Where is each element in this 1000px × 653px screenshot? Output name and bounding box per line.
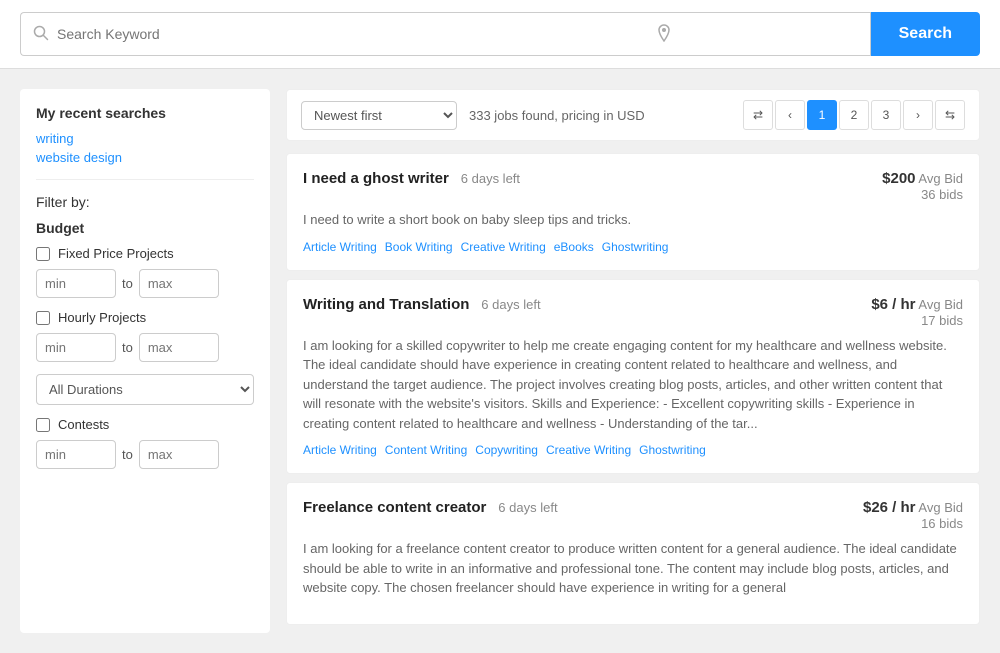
- page-3-btn[interactable]: 3: [871, 100, 901, 130]
- search-button[interactable]: Search: [871, 12, 980, 56]
- job-tag[interactable]: Book Writing: [385, 240, 453, 254]
- job-bids-count: 17 bids: [921, 313, 963, 328]
- job-cards-container: I need a ghost writer 6 days left $200 A…: [286, 153, 980, 625]
- job-tag[interactable]: eBooks: [554, 240, 594, 254]
- job-bid: $200 Avg Bid 36 bids: [882, 170, 963, 202]
- recent-search-website-design[interactable]: website design: [36, 150, 254, 165]
- hourly-label: Hourly Projects: [58, 310, 146, 325]
- job-title: Writing and Translation: [303, 296, 469, 313]
- job-time: 6 days left: [498, 500, 557, 515]
- hourly-row: Hourly Projects: [36, 310, 254, 325]
- job-card: Freelance content creator 6 days left $2…: [286, 482, 980, 625]
- fixed-to-label: to: [122, 276, 133, 291]
- contests-row: Contests: [36, 417, 254, 432]
- page-first-btn[interactable]: ⇄: [743, 100, 773, 130]
- job-tag[interactable]: Ghostwriting: [639, 443, 706, 457]
- job-bid-amount: $6 / hr: [871, 296, 915, 313]
- search-icon: [33, 25, 49, 44]
- search-input[interactable]: [57, 26, 633, 42]
- fixed-price-checkbox[interactable]: [36, 247, 50, 261]
- job-tag[interactable]: Creative Writing: [546, 443, 631, 457]
- job-bids-count: 36 bids: [921, 187, 963, 202]
- location-input[interactable]: Online Job: [677, 26, 858, 42]
- job-card-header: Writing and Translation 6 days left $6 /…: [303, 296, 963, 328]
- hourly-to-label: to: [122, 340, 133, 355]
- page-1-btn[interactable]: 1: [807, 100, 837, 130]
- location-icon: [657, 24, 671, 45]
- contests-label: Contests: [58, 417, 109, 432]
- job-tag[interactable]: Article Writing: [303, 443, 377, 457]
- job-bid-label: Avg Bid: [918, 500, 963, 515]
- duration-select[interactable]: All Durations Less than 1 week 1 to 4 we…: [36, 374, 254, 405]
- page-last-btn[interactable]: ⇆: [935, 100, 965, 130]
- job-tag[interactable]: Creative Writing: [461, 240, 546, 254]
- job-bid-label: Avg Bid: [918, 171, 963, 186]
- sort-select[interactable]: Newest firstOldest firstBudget: High to …: [301, 101, 457, 130]
- pagination: ⇄ ‹ 1 2 3 › ⇆: [743, 100, 965, 130]
- fixed-max-input[interactable]: [139, 269, 219, 298]
- job-description: I am looking for a freelance content cre…: [303, 539, 963, 598]
- page-prev-btn[interactable]: ‹: [775, 100, 805, 130]
- contests-checkbox[interactable]: [36, 418, 50, 432]
- fixed-min-input[interactable]: [36, 269, 116, 298]
- recent-searches-list: writing website design: [36, 131, 254, 165]
- search-keyword-wrap: [20, 12, 645, 56]
- job-bid-label: Avg Bid: [918, 297, 963, 312]
- filter-by-label: Filter by:: [36, 194, 254, 210]
- hourly-checkbox[interactable]: [36, 311, 50, 325]
- listings: Newest firstOldest firstBudget: High to …: [286, 89, 980, 633]
- fixed-price-range: to: [36, 269, 254, 298]
- job-tag[interactable]: Copywriting: [475, 443, 538, 457]
- recent-searches-title: My recent searches: [36, 105, 254, 121]
- job-card-header: I need a ghost writer 6 days left $200 A…: [303, 170, 963, 202]
- sidebar-divider: [36, 179, 254, 180]
- hourly-max-input[interactable]: [139, 333, 219, 362]
- page-next-btn[interactable]: ›: [903, 100, 933, 130]
- page-2-btn[interactable]: 2: [839, 100, 869, 130]
- fixed-price-label: Fixed Price Projects: [58, 246, 174, 261]
- fixed-price-row: Fixed Price Projects: [36, 246, 254, 261]
- sidebar: My recent searches writing website desig…: [20, 89, 270, 633]
- hourly-range: to: [36, 333, 254, 362]
- job-bids-count: 16 bids: [921, 516, 963, 531]
- results-info: 333 jobs found, pricing in USD: [469, 108, 731, 123]
- job-bid: $6 / hr Avg Bid 17 bids: [871, 296, 963, 328]
- contests-max-input[interactable]: [139, 440, 219, 469]
- search-bar: Online Job Search: [0, 0, 1000, 69]
- budget-label: Budget: [36, 220, 254, 236]
- job-description: I need to write a short book on baby sle…: [303, 210, 963, 230]
- main-layout: My recent searches writing website desig…: [0, 69, 1000, 653]
- job-tag[interactable]: Article Writing: [303, 240, 377, 254]
- job-title: I need a ghost writer: [303, 170, 449, 187]
- job-bid-amount: $200: [882, 170, 915, 187]
- contests-range: to: [36, 440, 254, 469]
- job-card: Writing and Translation 6 days left $6 /…: [286, 279, 980, 475]
- listings-header: Newest firstOldest firstBudget: High to …: [286, 89, 980, 141]
- job-tags: Article Writing Book Writing Creative Writ…: [303, 240, 963, 254]
- contests-min-input[interactable]: [36, 440, 116, 469]
- job-tag[interactable]: Ghostwriting: [602, 240, 669, 254]
- hourly-min-input[interactable]: [36, 333, 116, 362]
- job-description: I am looking for a skilled copywriter to…: [303, 336, 963, 434]
- job-title: Freelance content creator: [303, 499, 486, 516]
- job-time: 6 days left: [481, 297, 540, 312]
- job-bid: $26 / hr Avg Bid 16 bids: [863, 499, 963, 531]
- job-bid-amount: $26 / hr: [863, 499, 916, 516]
- recent-search-writing[interactable]: writing: [36, 131, 254, 146]
- job-time: 6 days left: [461, 171, 520, 186]
- contests-to-label: to: [122, 447, 133, 462]
- job-card-header: Freelance content creator 6 days left $2…: [303, 499, 963, 531]
- job-tag[interactable]: Content Writing: [385, 443, 467, 457]
- job-card: I need a ghost writer 6 days left $200 A…: [286, 153, 980, 271]
- location-wrap: Online Job: [645, 12, 871, 56]
- job-tags: Article Writing Content Writing Copywritin…: [303, 443, 963, 457]
